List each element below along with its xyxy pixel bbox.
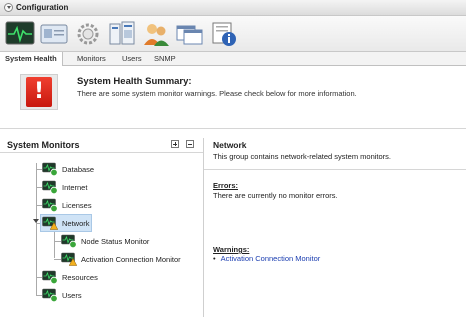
monitor-ok-icon [42,288,58,303]
tab-snmp[interactable]: SNMP [149,52,181,65]
expand-all-button[interactable] [171,140,179,148]
details-header-divider [204,169,466,170]
monitors-icon[interactable] [107,20,137,48]
tree-node-label: Activation Connection Monitor [81,255,181,264]
monitor-warning-icon [42,216,59,230]
tab-monitors[interactable]: Monitors [72,52,111,65]
monitor-ok-icon [42,270,58,285]
monitor-ok-icon [42,162,58,177]
window-title: Configuration [16,3,69,12]
errors-heading: Errors: [213,181,239,190]
tree-node-label: Database [62,165,95,174]
summary-text: There are some system monitor warnings. … [77,89,357,98]
monitor-warning-icon [61,252,78,266]
warning-list-item: • Activation Connection Monitor [213,254,320,263]
monitor-ok-icon [61,234,77,249]
exclamation-icon: ! [26,77,52,107]
tree-node-label: Users [62,291,82,300]
toolbar [0,16,466,52]
windows-icon[interactable] [175,20,205,48]
tab-users[interactable]: Users [117,52,147,65]
tree-node-label: Licenses [62,201,92,210]
collapse-all-button[interactable] [186,140,194,148]
collapse-panel-button[interactable] [4,3,13,12]
details-title: Network [213,140,247,150]
expanded-arrow-icon[interactable] [33,219,39,223]
tree-line [54,230,55,258]
warnings-heading: Warnings: [213,245,250,254]
tree-node-label: Resources [62,273,98,282]
tree-header-divider [0,152,203,153]
tree-branch [54,259,61,260]
title-bar: Configuration [0,0,466,16]
panel-splitter[interactable] [203,138,204,317]
warning-link[interactable]: Activation Connection Monitor [221,254,321,263]
tree-branch [54,241,61,242]
system-health-icon[interactable] [5,20,35,48]
id-card-icon[interactable] [39,20,69,48]
tab-system-health[interactable]: System Health [0,52,63,66]
gear-icon[interactable] [73,20,103,48]
tree-line [36,163,37,295]
users-icon[interactable] [141,20,171,48]
monitor-ok-icon [42,180,58,195]
tree-node-label: Network [62,219,90,228]
snmp-info-icon[interactable] [209,20,239,48]
monitor-ok-icon [42,198,58,213]
alert-icon: ! [20,74,58,110]
tree-node-label: Internet [62,183,88,192]
monitors-panel-title: System Monitors [7,140,80,150]
details-description: This group contains network-related syst… [213,152,391,161]
tab-bar: System Health Monitors Users SNMP [0,52,466,66]
tree-node-label: Node Status Monitor [81,237,150,246]
errors-text: There are currently no monitor errors. [213,191,338,200]
summary-title: System Health Summary: [77,76,192,87]
bullet-icon: • [213,254,216,263]
section-divider [0,128,466,129]
